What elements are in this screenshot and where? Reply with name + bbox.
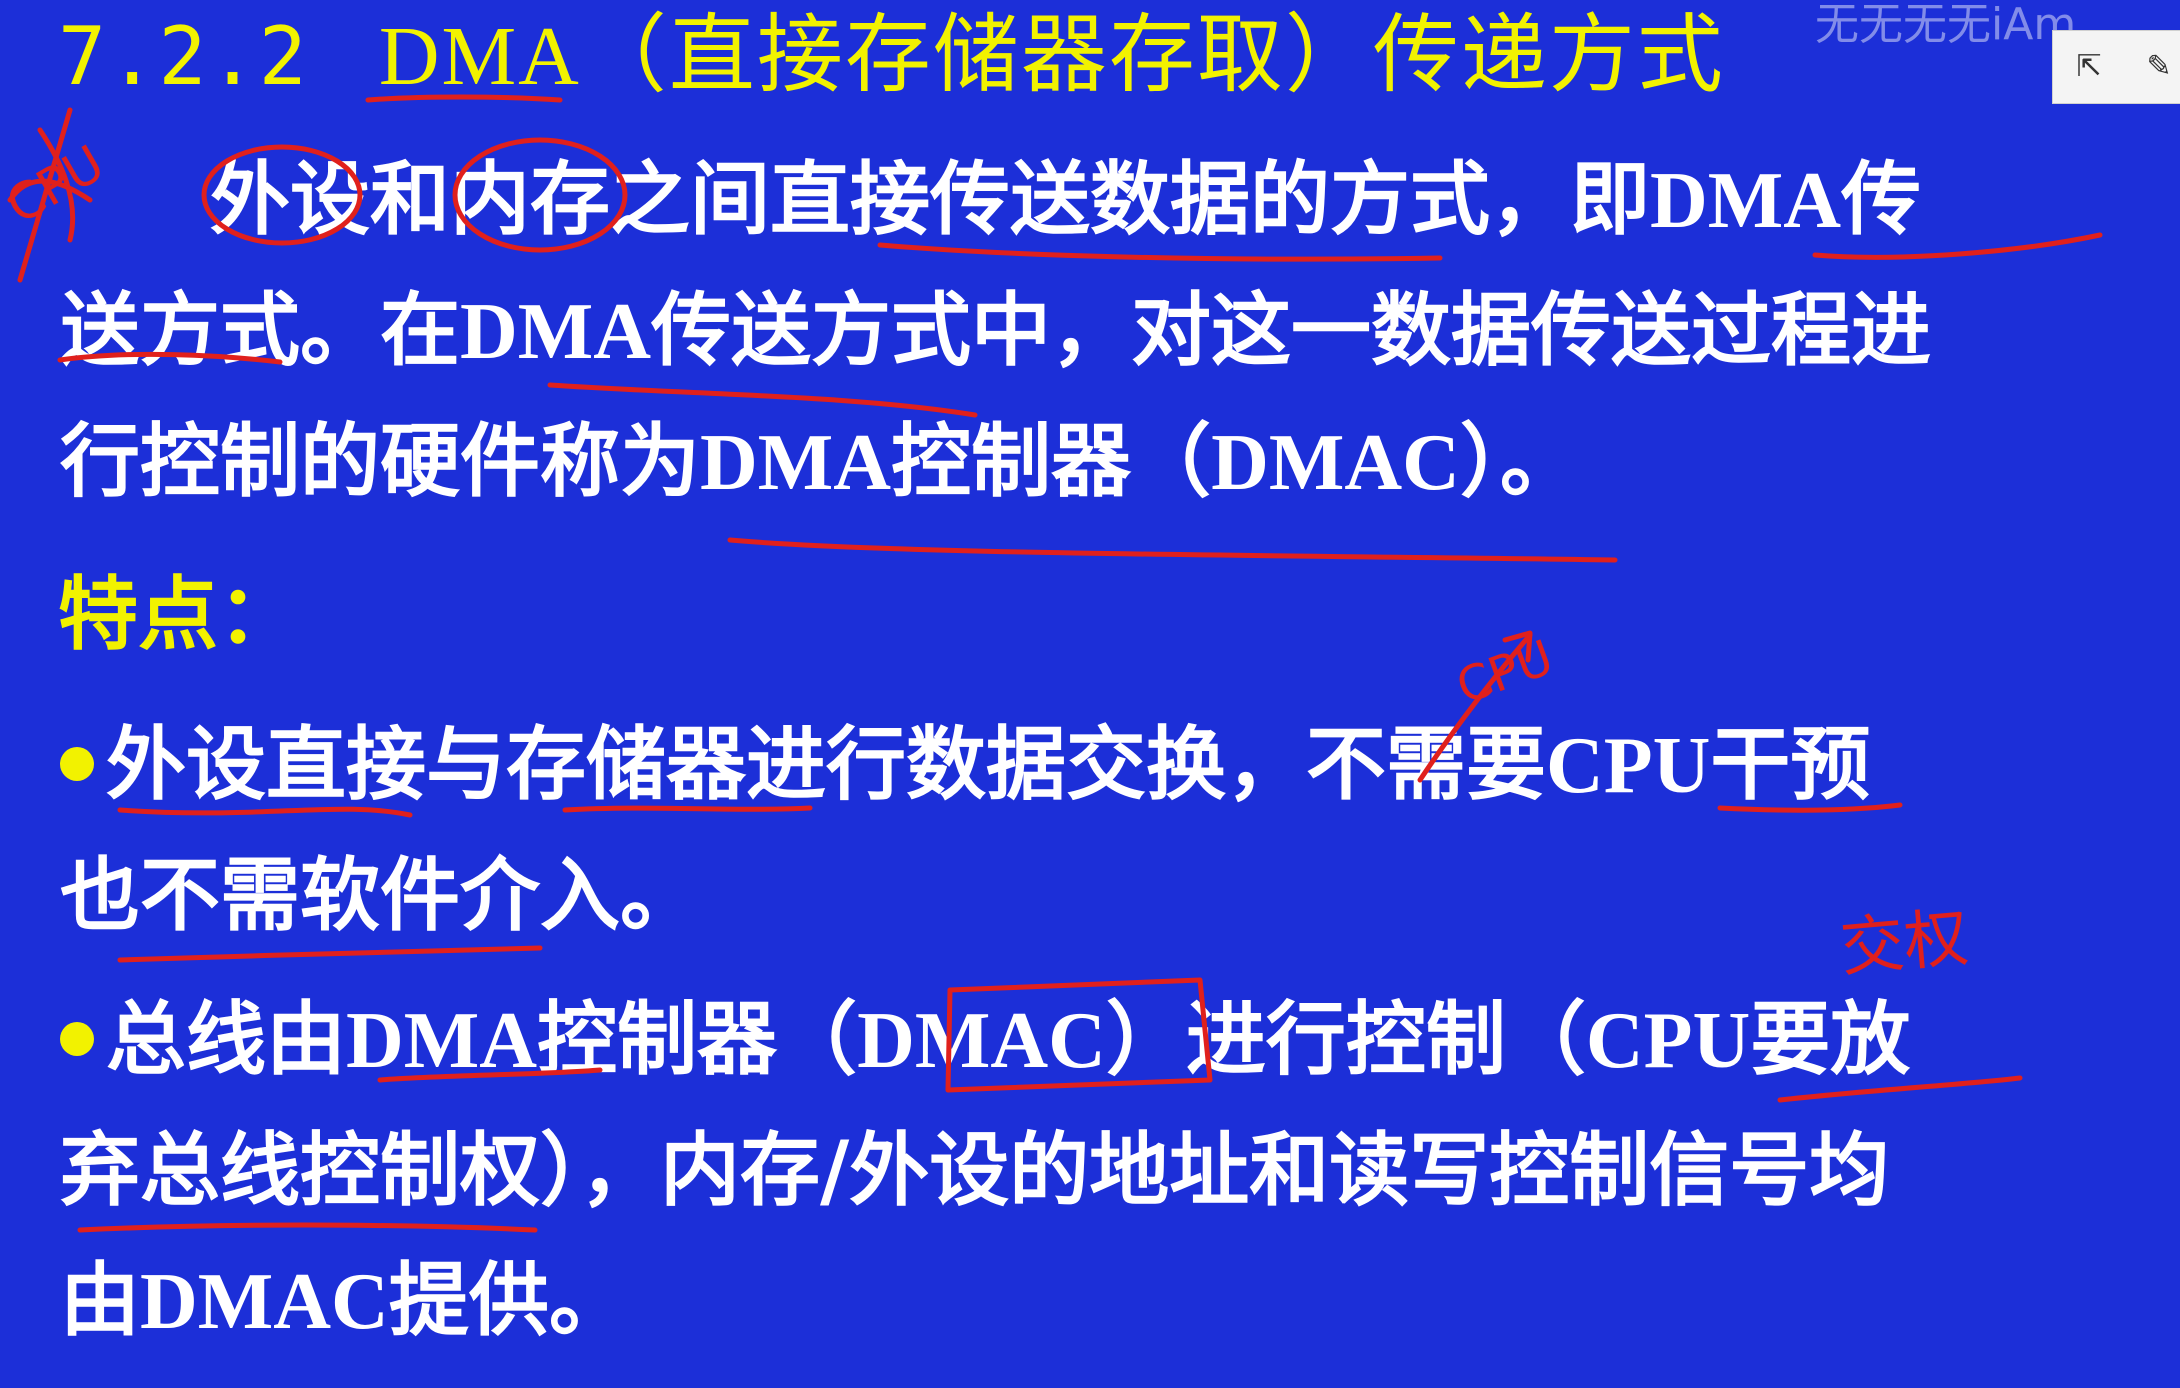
bullet-line: 弃总线控制权），内存/外设的地址和读写控制信号均: [60, 1106, 1910, 1236]
title-text: （直接存储器存取）传递方式: [580, 5, 1725, 105]
paragraph-text: ）。: [1459, 415, 1580, 508]
bullet-line: 由DMAC提供。: [60, 1236, 1910, 1367]
bullet-item-2: 总线由DMA控制器（DMAC）进行控制（CPU要放 弃总线控制权），内存/外设的…: [60, 975, 1910, 1367]
paragraph-text: DMAC: [1211, 419, 1460, 507]
paragraph-text: 行控制的硬件称为: [60, 415, 700, 508]
slide-title: 7.2.2 DMA（直接存储器存取）传递方式: [58, 0, 1725, 110]
bullet-item-1: 外设直接与存储器进行数据交换，不需要CPU干预 也不需软件介入。: [60, 700, 1870, 961]
bullet-text: 提供。: [388, 1254, 629, 1347]
paragraph-text: 控制器（: [891, 415, 1212, 508]
pen-icon[interactable]: ✎: [2141, 49, 2177, 85]
paragraph-line: 送方式。在DMA传送方式中，对这一数据传送过程进: [60, 266, 2140, 397]
bullet-text: CPU: [1546, 722, 1711, 810]
bullet-text: ）进行控制（: [1105, 993, 1586, 1086]
watermark: 无无无无iAm: [1815, 0, 2077, 50]
paragraph-text: DMA: [700, 419, 892, 507]
pointer-icon[interactable]: ⇱: [2071, 49, 2107, 85]
title-text-latin: DMA: [378, 10, 581, 103]
paragraph-text: DMA: [1650, 157, 1842, 245]
paragraph-text: 传: [1841, 153, 1922, 246]
paragraph-text: DMA: [460, 288, 652, 376]
bullet-text: 干预: [1710, 718, 1871, 811]
bullet-text: 弃总线控制权），内存/外设的地址和读写控制信号均: [60, 1124, 1890, 1217]
underline-dmac-controller: [727, 537, 1618, 563]
annotation-toolbar: ⇱ ✎: [2052, 30, 2180, 104]
bullet-text: CPU: [1585, 997, 1751, 1085]
bullet-text: 也不需软件介入。: [60, 849, 700, 942]
title-number: 7.2.2: [58, 10, 309, 103]
paragraph-line: 行控制的硬件称为DMA控制器（DMAC）。: [60, 397, 2140, 528]
paragraph-text: 传送方式中，对这一数据传送过程进: [651, 284, 1932, 377]
bullet-text: 要放: [1750, 993, 1911, 1086]
bullet-line: 总线由DMA控制器（DMAC）进行控制（CPU要放: [60, 975, 1910, 1106]
paragraph-line: 外设和内存之间直接传送数据的方式，即DMA传: [60, 135, 2140, 266]
bullet-text: 控制器（: [537, 993, 858, 1086]
bullet-text: DMAC: [140, 1258, 389, 1346]
paragraph-text: 外设和内存之间直接传送数据的方式，即: [210, 153, 1650, 246]
bullet-text: 由: [60, 1254, 140, 1347]
features-heading: 特点：: [58, 568, 298, 661]
bullet-text: DMAC: [857, 997, 1106, 1085]
bullet-dot-icon: [60, 747, 94, 782]
bullet-line: 也不需软件介入。: [60, 831, 1870, 961]
bullet-text: 外设直接与存储器进行数据交换，不需要: [106, 718, 1546, 811]
paragraph-text: 送方式。在: [60, 284, 460, 377]
bullet-text: 总线由: [106, 993, 346, 1086]
cpu-arrow-head: [1502, 630, 1533, 663]
bullet-text: DMA: [346, 997, 538, 1085]
slide: 无无无无iAm 7.2.2 DMA（直接存储器存取）传递方式 外设和内存之间直接传…: [0, 0, 2180, 1388]
bullet-line: 外设直接与存储器进行数据交换，不需要CPU干预: [60, 700, 1870, 831]
bullet-dot-icon: [60, 1022, 94, 1057]
intro-paragraph: 外设和内存之间直接传送数据的方式，即DMA传 送方式。在DMA传送方式中，对这一…: [60, 135, 2140, 528]
